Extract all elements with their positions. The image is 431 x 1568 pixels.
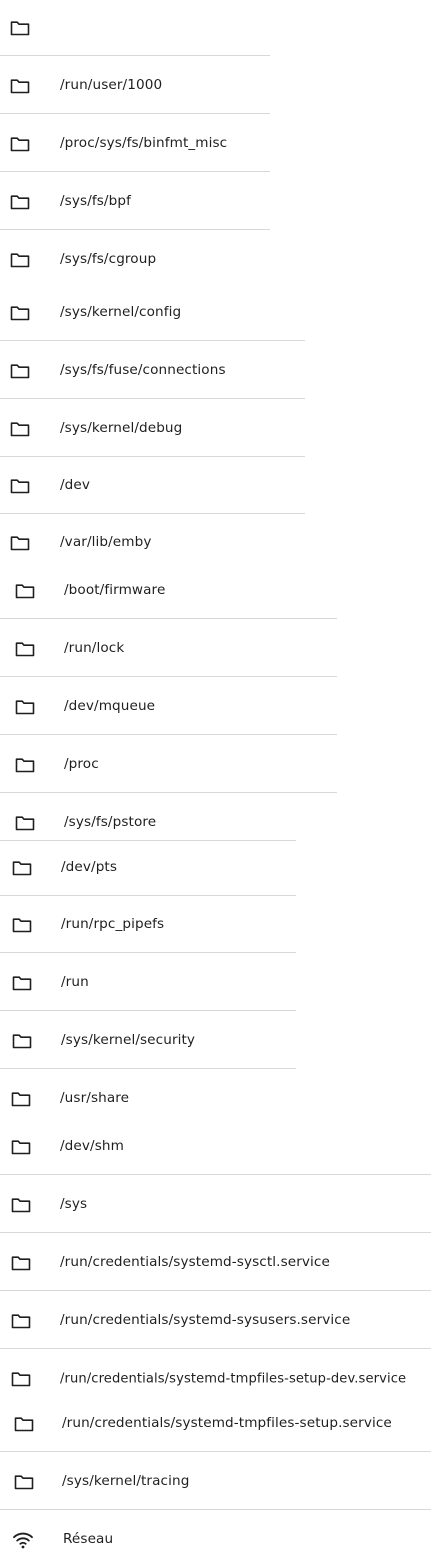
mount-item-label: /sys/kernel/debug: [60, 419, 183, 436]
mount-item-label: /sys/kernel/config: [60, 303, 182, 320]
folder-icon: [15, 641, 35, 657]
mount-item-fuse-connections[interactable]: /sys/fs/fuse/connections: [0, 343, 305, 399]
folder-icon: [10, 194, 30, 210]
mount-item-label: /var/lib/emby: [60, 534, 152, 551]
mount-item-dev-shm[interactable]: /dev/shm: [0, 1119, 431, 1175]
folder-icon: [14, 1416, 34, 1432]
mount-item-label: /dev/mqueue: [64, 697, 156, 714]
folder-icon: [11, 1255, 31, 1271]
mount-item-kernel-security[interactable]: /sys/kernel/security: [0, 1013, 296, 1069]
mounts-list: /run/user/1000 /proc/sys/fs/binfmt_misc …: [0, 0, 431, 1566]
mount-item-run[interactable]: /run: [0, 955, 296, 1011]
wifi-icon: [12, 1531, 34, 1549]
folder-icon: [11, 1197, 31, 1213]
folder-icon: [11, 1091, 31, 1107]
mount-item-label: /dev/shm: [60, 1137, 124, 1154]
mount-item-run-user-1000[interactable]: /run/user/1000: [0, 58, 270, 114]
mount-item-label: /dev: [60, 476, 91, 493]
mount-item-cgroup[interactable]: /sys/fs/cgroup: [0, 232, 270, 288]
mount-item-proc[interactable]: /proc: [0, 737, 337, 793]
mount-item-label: /run/user/1000: [60, 76, 163, 93]
folder-icon: [10, 421, 30, 437]
folder-icon: [10, 305, 30, 321]
folder-icon: [10, 478, 30, 494]
mount-item-bpf[interactable]: /sys/fs/bpf: [0, 174, 270, 230]
folder-icon: [11, 1139, 31, 1155]
mount-item-label: /sys/fs/cgroup: [60, 251, 157, 268]
folder-icon: [15, 699, 35, 715]
mount-item-label: /sys/fs/fuse/connections: [60, 361, 226, 378]
mount-item-label: /dev/pts: [61, 859, 118, 876]
folder-icon: [15, 757, 35, 773]
mount-item-dev-pts[interactable]: /dev/pts: [0, 840, 296, 896]
mount-item-label: /boot/firmware: [64, 581, 166, 598]
mount-item-boot-firmware[interactable]: /boot/firmware: [0, 563, 337, 619]
mount-item-dev[interactable]: /dev: [0, 458, 305, 514]
mount-item-label: /sys/fs/pstore: [64, 814, 157, 831]
mount-item-binfmt-misc[interactable]: /proc/sys/fs/binfmt_misc: [0, 116, 270, 172]
folder-icon: [10, 136, 30, 152]
mount-item-label: /proc: [64, 755, 99, 772]
mount-item-label: /sys/fs/bpf: [60, 192, 131, 209]
mount-item-kernel-tracing[interactable]: /sys/kernel/tracing: [0, 1454, 431, 1510]
folder-icon: [10, 535, 30, 551]
mount-item-label: /sys: [60, 1195, 88, 1212]
folder-icon: [14, 1474, 34, 1490]
mount-item-label: /run/credentials/systemd-sysctl.service: [60, 1253, 330, 1270]
folder-icon: [12, 1033, 32, 1049]
folder-icon: [12, 917, 32, 933]
mount-item-kernel-config[interactable]: /sys/kernel/config: [0, 285, 305, 341]
folder-icon: [11, 1371, 31, 1387]
mount-item-dev-mqueue[interactable]: /dev/mqueue: [0, 679, 337, 735]
folder-icon: [11, 1313, 31, 1329]
folder-icon: [10, 252, 30, 268]
mount-item-run-lock[interactable]: /run/lock: [0, 621, 337, 677]
mount-item-root[interactable]: [0, 0, 270, 56]
mount-item-credentials-sysusers[interactable]: /run/credentials/systemd-sysusers.servic…: [0, 1293, 431, 1349]
folder-icon: [12, 860, 32, 876]
folder-icon: [10, 363, 30, 379]
mount-item-label: /proc/sys/fs/binfmt_misc: [60, 134, 228, 151]
mount-item-rpc-pipefs[interactable]: /run/rpc_pipefs: [0, 897, 296, 953]
mount-item-sys[interactable]: /sys: [0, 1177, 431, 1233]
folder-icon: [15, 583, 35, 599]
mount-item-label: /run: [61, 973, 89, 990]
mount-item-label: /run/credentials/systemd-tmpfiles-setup-…: [60, 1371, 407, 1387]
network-item-label: Réseau: [63, 1531, 114, 1548]
folder-icon: [10, 78, 30, 94]
mount-item-label: /sys/kernel/tracing: [62, 1472, 190, 1489]
mount-item-label: /run/rpc_pipefs: [61, 915, 165, 932]
mount-item-label: /usr/share: [60, 1090, 130, 1107]
network-item[interactable]: Réseau: [0, 1512, 431, 1568]
mount-item-credentials-sysctl[interactable]: /run/credentials/systemd-sysctl.service: [0, 1235, 431, 1291]
mount-item-kernel-debug[interactable]: /sys/kernel/debug: [0, 401, 305, 457]
folder-icon: [10, 20, 30, 36]
mount-item-label: /run/lock: [64, 639, 125, 656]
mount-item-label: /sys/kernel/security: [61, 1031, 196, 1048]
mount-item-label: /run/credentials/systemd-sysusers.servic…: [60, 1311, 351, 1328]
folder-icon: [15, 815, 35, 831]
folder-icon: [12, 975, 32, 991]
mount-item-credentials-tmpfiles-setup[interactable]: /run/credentials/systemd-tmpfiles-setup.…: [0, 1396, 431, 1452]
mount-item-label: /run/credentials/systemd-tmpfiles-setup.…: [62, 1414, 392, 1431]
